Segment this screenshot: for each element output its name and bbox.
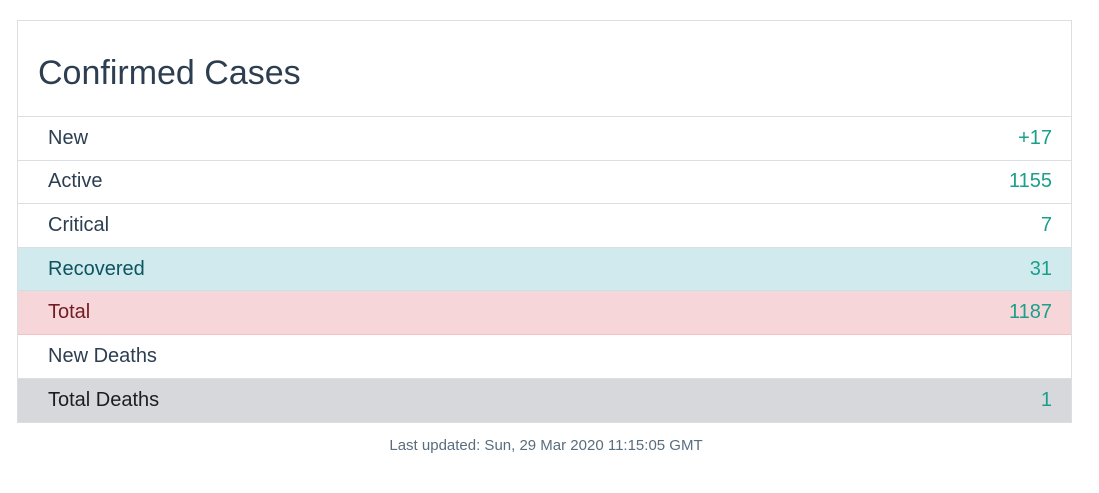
stat-label-recovered: Recovered — [48, 257, 145, 280]
stat-label-active: Active — [48, 170, 103, 193]
stats-list: New +17 Active 1155 Critical 7 Recovered… — [18, 117, 1071, 423]
stat-label-new: New — [48, 126, 89, 149]
stat-row-total-deaths: Total Deaths 1 — [18, 378, 1071, 423]
stat-value-active: 1155 — [1008, 170, 1052, 193]
confirmed-cases-card: Confirmed Cases New +17 Active 1155 Crit… — [17, 20, 1072, 424]
card-title: Confirmed Cases — [38, 54, 301, 92]
last-updated-text: Last updated: Sun, 29 Mar 2020 11:15:05 … — [389, 437, 703, 454]
card-header: Confirmed Cases — [18, 21, 1071, 117]
stat-label-critical: Critical — [48, 213, 110, 236]
stat-row-critical: Critical 7 — [18, 204, 1071, 248]
stat-value-total-deaths: 1 — [1040, 388, 1052, 411]
stat-label-total: Total — [48, 301, 91, 324]
stat-value-total: 1187 — [1008, 301, 1052, 324]
stat-row-active: Active 1155 — [18, 161, 1071, 205]
stat-value-critical: 7 — [1040, 213, 1052, 236]
stat-label-total-deaths: Total Deaths — [48, 388, 160, 411]
stat-row-recovered: Recovered 31 — [18, 247, 1071, 292]
stat-row-new-deaths: New Deaths — [18, 335, 1071, 379]
stat-label-new-deaths: New Deaths — [48, 344, 157, 367]
stat-value-recovered: 31 — [1029, 257, 1052, 280]
stat-row-total: Total 1187 — [18, 291, 1071, 335]
stat-row-new: New +17 — [18, 117, 1071, 161]
stat-value-new: +17 — [1018, 126, 1052, 149]
